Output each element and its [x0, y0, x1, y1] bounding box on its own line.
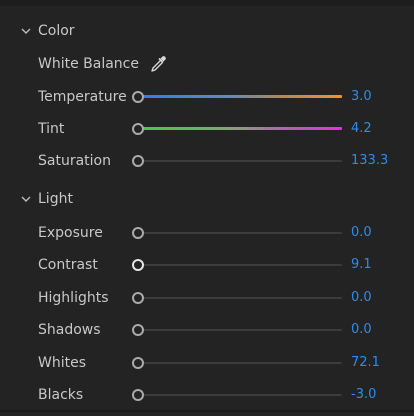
- chevron-down-icon: [20, 25, 32, 37]
- shadows-label: Shadows: [38, 322, 101, 338]
- temperature-value[interactable]: 3.0: [351, 86, 372, 108]
- lumetri-panel: Color White Balance Temperature 3.0 Tint…: [0, 0, 414, 416]
- white-balance-label: White Balance: [38, 56, 139, 72]
- exposure-slider-handle[interactable]: [132, 227, 144, 239]
- saturation-row: Saturation 133.3: [38, 150, 388, 172]
- chevron-down-icon: [20, 193, 32, 205]
- shadows-slider-track[interactable]: [142, 329, 342, 331]
- exposure-value[interactable]: 0.0: [351, 222, 372, 244]
- contrast-slider-track[interactable]: [142, 264, 342, 266]
- whites-value[interactable]: 72.1: [351, 352, 380, 374]
- temperature-slider-track[interactable]: [142, 95, 342, 98]
- temperature-row: Temperature 3.0: [38, 86, 378, 108]
- highlights-slider-track[interactable]: [142, 297, 342, 299]
- whites-slider-track[interactable]: [142, 362, 342, 364]
- temperature-label: Temperature: [38, 89, 127, 105]
- panel-top-edge: [0, 0, 414, 6]
- blacks-slider-track[interactable]: [142, 394, 342, 396]
- saturation-slider-track[interactable]: [142, 160, 342, 162]
- saturation-slider-handle[interactable]: [132, 155, 144, 167]
- section-header-color[interactable]: Color: [20, 21, 75, 41]
- blacks-slider-handle[interactable]: [132, 389, 144, 401]
- highlights-label: Highlights: [38, 290, 109, 306]
- tint-slider-track[interactable]: [142, 127, 342, 130]
- eyedropper-icon[interactable]: [148, 53, 168, 75]
- tint-row: Tint 4.2: [38, 118, 378, 140]
- white-balance-row: White Balance: [38, 53, 378, 75]
- exposure-row: Exposure 0.0: [38, 222, 378, 244]
- blacks-row: Blacks -3.0: [38, 384, 378, 406]
- section-title: Light: [38, 191, 73, 207]
- tint-slider-handle[interactable]: [132, 123, 144, 135]
- section-title: Color: [38, 23, 75, 39]
- contrast-slider-handle[interactable]: [132, 259, 144, 271]
- saturation-value[interactable]: 133.3: [351, 150, 388, 172]
- exposure-slider-track[interactable]: [142, 232, 342, 234]
- shadows-value[interactable]: 0.0: [351, 319, 372, 341]
- tint-value[interactable]: 4.2: [351, 118, 372, 140]
- blacks-value[interactable]: -3.0: [351, 384, 376, 406]
- whites-row: Whites 72.1: [38, 352, 380, 374]
- section-header-light[interactable]: Light: [20, 189, 73, 209]
- exposure-label: Exposure: [38, 225, 103, 241]
- tint-label: Tint: [38, 121, 65, 137]
- shadows-slider-handle[interactable]: [132, 324, 144, 336]
- highlights-slider-handle[interactable]: [132, 292, 144, 304]
- contrast-row: Contrast 9.1: [38, 254, 378, 276]
- bottom-divider: [0, 410, 414, 412]
- saturation-label: Saturation: [38, 153, 111, 169]
- highlights-row: Highlights 0.0: [38, 287, 378, 309]
- contrast-value[interactable]: 9.1: [351, 254, 372, 276]
- whites-label: Whites: [38, 355, 87, 371]
- temperature-slider-handle[interactable]: [132, 91, 144, 103]
- highlights-value[interactable]: 0.0: [351, 287, 372, 309]
- contrast-label: Contrast: [38, 257, 98, 273]
- whites-slider-handle[interactable]: [132, 357, 144, 369]
- shadows-row: Shadows 0.0: [38, 319, 378, 341]
- blacks-label: Blacks: [38, 387, 84, 403]
